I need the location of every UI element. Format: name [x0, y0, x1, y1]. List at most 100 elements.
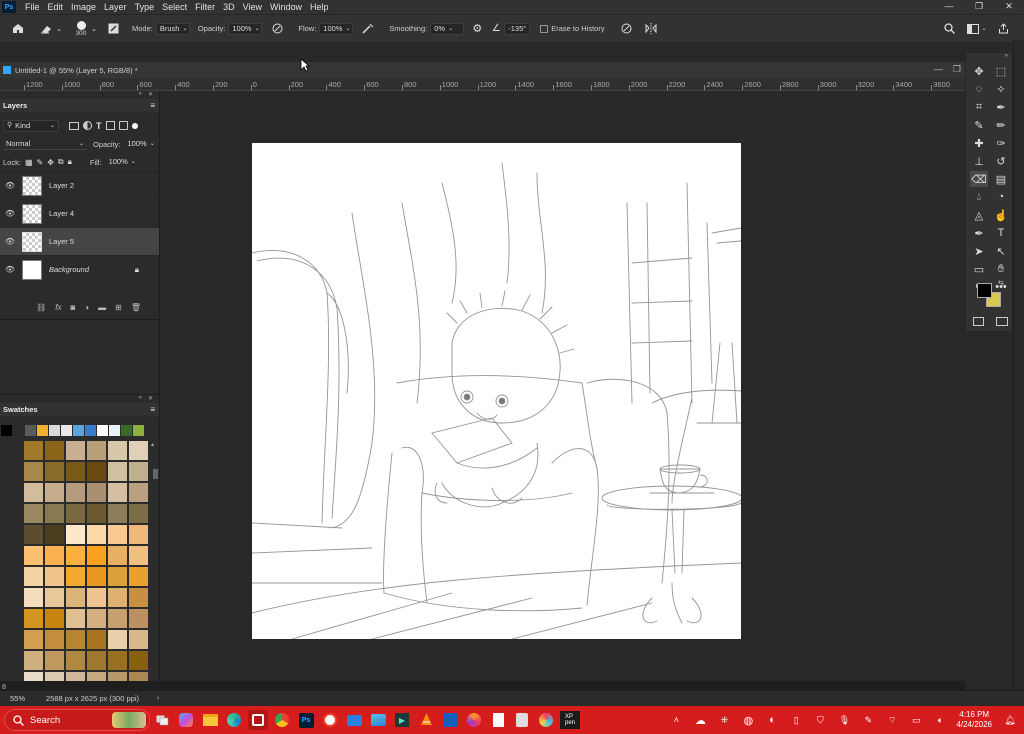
swatch[interactable]: [45, 588, 64, 607]
swatch[interactable]: [24, 525, 43, 544]
path-select-tool-icon[interactable]: ➤: [970, 243, 988, 259]
swatches-tab[interactable]: Swatches: [3, 405, 38, 414]
swatch[interactable]: [24, 462, 43, 481]
shape-tool-icon[interactable]: ▭: [970, 261, 988, 277]
close-panel-icon[interactable]: ✕: [148, 395, 153, 403]
calculator-icon[interactable]: [512, 710, 532, 730]
paint-app-icon[interactable]: [536, 710, 556, 730]
scroll-thumb[interactable]: [153, 469, 158, 479]
menu-view[interactable]: View: [239, 2, 266, 12]
brush-size-picker[interactable]: 300: [72, 20, 90, 37]
swatch[interactable]: [45, 462, 64, 481]
tray-security-icon[interactable]: ⛉: [810, 710, 830, 730]
menu-filter[interactable]: Filter: [191, 2, 219, 12]
task-view-icon[interactable]: [152, 710, 172, 730]
filter-toggle-icon[interactable]: [131, 122, 138, 129]
lock-position-icon[interactable]: ✥: [47, 158, 54, 167]
menu-type[interactable]: Type: [131, 2, 159, 12]
file-explorer-icon[interactable]: [200, 710, 220, 730]
taskbar-search[interactable]: Search: [4, 709, 150, 731]
swatch[interactable]: [108, 651, 127, 670]
vlc-icon[interactable]: [416, 710, 436, 730]
swatch[interactable]: [45, 609, 64, 628]
swatch[interactable]: [129, 609, 148, 628]
layer-opacity-input[interactable]: 100% ⌄: [125, 138, 158, 150]
airbrush-icon[interactable]: [361, 23, 375, 34]
page-input[interactable]: 8: [2, 684, 6, 691]
swatch[interactable]: [24, 567, 43, 586]
brush-settings-icon[interactable]: [106, 23, 120, 34]
layer-row-selected[interactable]: 👁︎ Layer 5: [0, 228, 159, 256]
swatch[interactable]: [108, 483, 127, 502]
filter-adjustment-icon[interactable]: [83, 121, 92, 130]
sharpen-tool-icon[interactable]: ◬: [970, 207, 988, 223]
recent-swatch[interactable]: [121, 425, 132, 436]
swatch[interactable]: [129, 651, 148, 670]
document-tab[interactable]: Untitled-1 @ 55% (Layer 5, RGB/8) * — ❐: [0, 62, 965, 78]
swatch[interactable]: [66, 630, 85, 649]
swatch[interactable]: [108, 462, 127, 481]
swatch[interactable]: [24, 609, 43, 628]
canvas[interactable]: [252, 143, 741, 639]
menu-image[interactable]: Image: [67, 2, 100, 12]
swatch[interactable]: [87, 567, 106, 586]
terminal-icon[interactable]: ▶: [392, 710, 412, 730]
home-icon[interactable]: [10, 23, 26, 34]
adjustment-icon[interactable]: ◑: [84, 303, 89, 312]
swatch[interactable]: [45, 651, 64, 670]
wifi-icon[interactable]: ⌔: [882, 710, 902, 730]
swatch[interactable]: [66, 462, 85, 481]
filter-smart-object-icon[interactable]: [118, 121, 128, 130]
lock-artboard-icon[interactable]: ⧉: [58, 157, 64, 167]
layer-name[interactable]: Layer 4: [49, 209, 159, 218]
gear-icon[interactable]: ⚙: [470, 22, 484, 35]
menu-file[interactable]: File: [21, 2, 44, 12]
dropdown-chevron-icon[interactable]: ⌄: [90, 25, 98, 33]
swatch[interactable]: [45, 483, 64, 502]
swatch[interactable]: [129, 546, 148, 565]
pressure-size-icon[interactable]: [620, 23, 634, 34]
filter-pixel-icon[interactable]: [69, 121, 79, 130]
recent-swatch[interactable]: [109, 425, 120, 436]
pen-tool-icon[interactable]: ✒: [970, 225, 988, 241]
pencil-tool-icon[interactable]: ✏: [992, 117, 1010, 133]
direct-select-tool-icon[interactable]: ↖: [992, 243, 1010, 259]
swatch[interactable]: [108, 588, 127, 607]
swatch[interactable]: [45, 504, 64, 523]
firefox-icon[interactable]: [464, 710, 484, 730]
history-brush-tool-icon[interactable]: ↺: [992, 153, 1010, 169]
swatch[interactable]: [24, 588, 43, 607]
eye-icon[interactable]: 👁︎: [3, 181, 17, 190]
brush-tool-icon[interactable]: ✎: [970, 117, 988, 133]
swatch[interactable]: [66, 546, 85, 565]
swatch[interactable]: [66, 588, 85, 607]
swatch[interactable]: [87, 609, 106, 628]
swatch[interactable]: [87, 651, 106, 670]
tray-speaker-icon[interactable]: ▯: [786, 710, 806, 730]
recent-swatch[interactable]: [1, 425, 12, 436]
swatch[interactable]: [87, 630, 106, 649]
swatch[interactable]: [66, 609, 85, 628]
menu-window[interactable]: Window: [266, 2, 306, 12]
layer-row[interactable]: 👁︎ Layer 4: [0, 200, 159, 228]
zoom-level[interactable]: 55%: [10, 694, 34, 703]
angle-input[interactable]: -135°: [504, 22, 531, 35]
layer-row[interactable]: 👁︎ Layer 2: [0, 172, 159, 200]
swatch[interactable]: [129, 441, 148, 460]
link-icon[interactable]: ⛓︎: [36, 303, 46, 312]
gradient-tool-icon[interactable]: ▤: [992, 171, 1010, 187]
swatch[interactable]: [129, 567, 148, 586]
eye-icon[interactable]: 👁︎: [3, 237, 17, 246]
snipping-tool-icon[interactable]: [248, 710, 268, 730]
eye-icon[interactable]: 👁︎: [3, 265, 17, 274]
blend-mode-select[interactable]: Normal ⌄: [3, 138, 87, 150]
swatch[interactable]: [129, 525, 148, 544]
swatch[interactable]: [66, 441, 85, 460]
swatch[interactable]: [108, 525, 127, 544]
swatch[interactable]: [66, 651, 85, 670]
marquee-tool-icon[interactable]: ⬚: [992, 63, 1010, 79]
share-icon[interactable]: [994, 23, 1012, 34]
swatch[interactable]: [45, 525, 64, 544]
swatch[interactable]: [108, 609, 127, 628]
recent-swatch[interactable]: [25, 425, 36, 436]
